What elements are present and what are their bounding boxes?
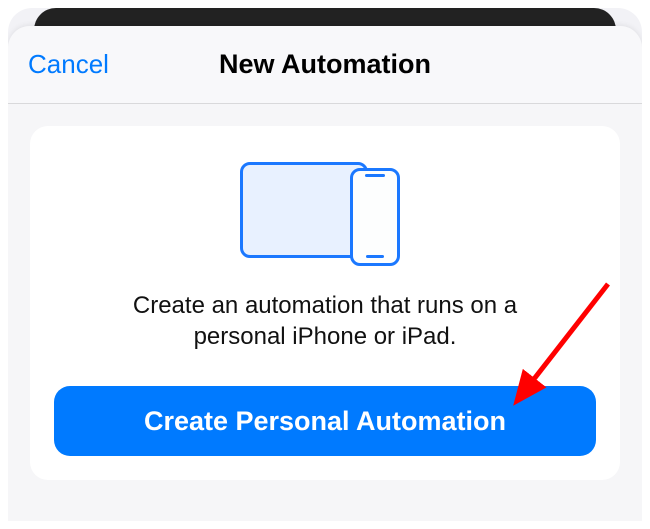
page-title: New Automation xyxy=(219,49,431,80)
create-personal-automation-button[interactable]: Create Personal Automation xyxy=(54,386,596,456)
personal-automation-card: Create an automation that runs on a pers… xyxy=(30,126,620,480)
cancel-button[interactable]: Cancel xyxy=(28,49,109,80)
iphone-icon xyxy=(350,168,400,266)
content-area: Create an automation that runs on a pers… xyxy=(8,104,642,502)
ipad-icon xyxy=(240,162,368,258)
navigation-bar: Cancel New Automation xyxy=(8,26,642,104)
card-description: Create an automation that runs on a pers… xyxy=(85,290,565,352)
iphone-notch-icon xyxy=(365,174,385,177)
iphone-home-indicator-icon xyxy=(366,255,384,258)
modal-sheet: Cancel New Automation Create an automati… xyxy=(8,26,642,521)
devices-icon xyxy=(240,156,410,266)
app-frame: Cancel New Automation Create an automati… xyxy=(8,8,642,521)
